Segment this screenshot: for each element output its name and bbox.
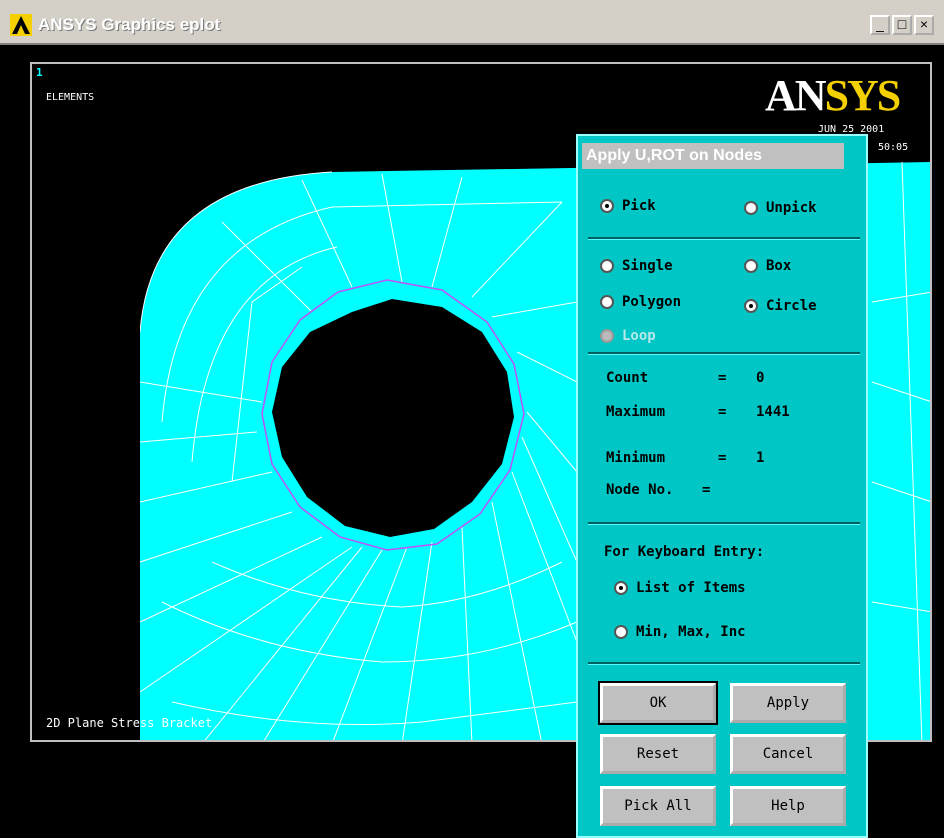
ok-button[interactable]: OK	[598, 681, 718, 725]
pick-radio[interactable]: Pick	[600, 198, 656, 214]
pick-label: Pick	[622, 198, 656, 214]
radio-disabled-icon	[600, 329, 614, 343]
window-title: ANSYS Graphics eplot	[38, 15, 221, 34]
box-radio[interactable]: Box	[744, 258, 791, 274]
equals-sign: =	[718, 370, 727, 386]
polygon-radio[interactable]: Polygon	[600, 294, 681, 310]
equals-sign: =	[718, 450, 727, 466]
separator	[588, 352, 860, 355]
list-of-items-label: List of Items	[636, 580, 746, 596]
cancel-button[interactable]: Cancel	[730, 734, 846, 774]
loop-radio: Loop	[600, 328, 656, 344]
radio-icon	[744, 259, 758, 273]
reset-button[interactable]: Reset	[600, 734, 716, 774]
radio-icon	[600, 259, 614, 273]
circle-label: Circle	[766, 298, 817, 314]
minimum-label: Minimum	[606, 450, 666, 466]
equals-sign: =	[718, 404, 727, 420]
box-label: Box	[766, 258, 792, 274]
single-radio[interactable]: Single	[600, 258, 673, 274]
count-value: 0	[756, 370, 765, 386]
dialog-title[interactable]: Apply U,ROT on Nodes	[582, 143, 844, 169]
maximum-label: Maximum	[606, 404, 666, 420]
plot-time: 50:05	[878, 142, 909, 153]
unpick-radio[interactable]: Unpick	[744, 200, 817, 216]
list-of-items-radio[interactable]: List of Items	[614, 580, 746, 596]
separator	[588, 522, 860, 525]
single-label: Single	[622, 258, 673, 274]
radio-icon	[614, 625, 628, 639]
radio-selected-icon	[744, 299, 758, 313]
radio-selected-icon	[614, 581, 628, 595]
brand-part2: SYS	[824, 71, 902, 120]
close-button[interactable]: ×	[914, 15, 934, 35]
keyboard-entry-heading: For Keyboard Entry:	[604, 544, 765, 560]
circle-radio[interactable]: Circle	[744, 298, 817, 314]
pick-all-button[interactable]: Pick All	[600, 786, 716, 826]
equals-sign: =	[702, 482, 711, 498]
radio-selected-icon	[600, 199, 614, 213]
brand-part1: AN	[765, 71, 827, 120]
count-label: Count	[606, 370, 649, 386]
window-title-bar[interactable]: ANSYS Graphics eplot _ □ ×	[0, 0, 944, 45]
separator	[588, 237, 860, 240]
radio-icon	[600, 295, 614, 309]
unpick-label: Unpick	[766, 200, 817, 216]
loop-label: Loop	[622, 328, 656, 344]
apply-button[interactable]: Apply	[730, 683, 846, 723]
ansys-logo-icon	[10, 14, 32, 36]
plot-type-label: ELEMENTS	[46, 92, 95, 103]
separator	[588, 662, 860, 665]
radio-icon	[744, 201, 758, 215]
model-title: 2D Plane Stress Bracket	[46, 716, 213, 730]
polygon-label: Polygon	[622, 294, 682, 310]
window-number: 1	[36, 66, 43, 79]
maximum-value: 1441	[756, 404, 790, 420]
minimum-value: 1	[756, 450, 765, 466]
min-max-inc-label: Min, Max, Inc	[636, 624, 746, 640]
ansys-brand-logo: ANSYS	[765, 70, 902, 121]
minimize-button[interactable]: _	[870, 15, 890, 35]
apply-u-rot-dialog[interactable]: Apply U,ROT on Nodes Pick Unpick Single …	[576, 134, 868, 838]
help-button[interactable]: Help	[730, 786, 846, 826]
maximize-button[interactable]: □	[892, 15, 912, 35]
node-number-label: Node No.	[606, 482, 674, 498]
min-max-inc-radio[interactable]: Min, Max, Inc	[614, 624, 746, 640]
